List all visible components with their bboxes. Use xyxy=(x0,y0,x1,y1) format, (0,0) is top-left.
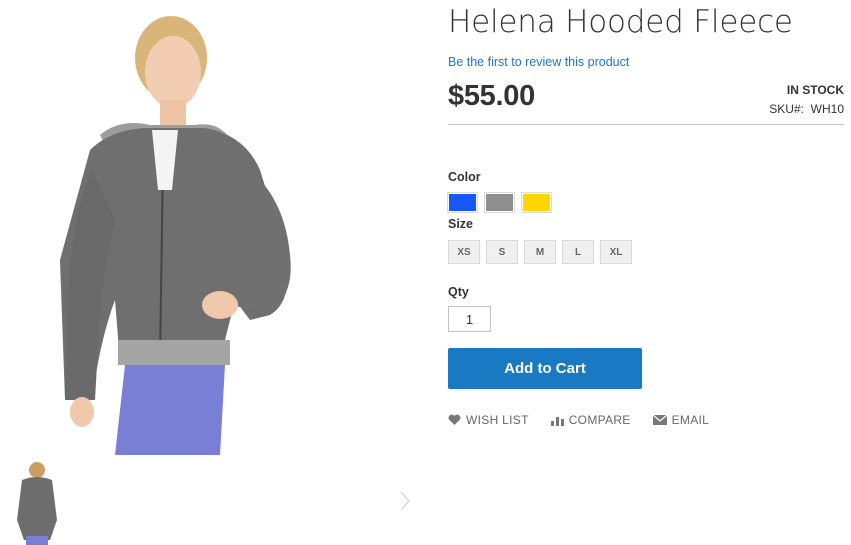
qty-input[interactable] xyxy=(448,306,491,332)
product-gallery xyxy=(0,0,420,545)
sku-value: WH10 xyxy=(810,102,844,116)
chevron-right-icon xyxy=(400,491,410,511)
color-swatch-yellow[interactable] xyxy=(521,192,552,213)
size-option-s[interactable]: S xyxy=(486,240,518,264)
product-title: Helena Hooded Fleece xyxy=(448,4,793,40)
compare-label: COMPARE xyxy=(568,413,631,427)
color-swatches xyxy=(447,192,552,213)
bar-chart-icon xyxy=(550,416,564,426)
main-product-image[interactable] xyxy=(20,0,350,455)
sku: SKU#: WH10 xyxy=(769,102,844,116)
sku-label: SKU#: xyxy=(769,102,804,116)
add-to-cart-button[interactable]: Add to Cart xyxy=(448,348,642,389)
color-swatch-gray[interactable] xyxy=(484,192,515,213)
product-actions: WISH LIST COMPARE EMAIL xyxy=(448,413,709,427)
size-label: Size xyxy=(448,217,474,231)
wishlist-label: WISH LIST xyxy=(466,413,529,427)
color-swatch-blue[interactable] xyxy=(447,192,478,213)
compare-link[interactable]: COMPARE xyxy=(550,413,631,427)
wishlist-link[interactable]: WISH LIST xyxy=(448,413,529,427)
divider xyxy=(448,124,844,125)
product-price: $55.00 xyxy=(448,80,535,112)
size-option-xs[interactable]: XS xyxy=(448,240,480,264)
gallery-next-arrow[interactable] xyxy=(396,486,414,516)
heart-icon xyxy=(448,414,461,425)
email-label: EMAIL xyxy=(671,413,710,427)
size-option-l[interactable]: L xyxy=(562,240,594,264)
email-link[interactable]: EMAIL xyxy=(652,413,710,427)
envelope-icon xyxy=(652,415,667,425)
review-link[interactable]: Be the first to review this product xyxy=(448,55,629,69)
size-option-m[interactable]: M xyxy=(524,240,556,264)
thumbnail-back-view[interactable] xyxy=(0,460,70,545)
size-option-xl[interactable]: XL xyxy=(600,240,632,264)
stock-status: IN STOCK xyxy=(786,83,844,97)
color-label: Color xyxy=(448,170,481,184)
size-options: XS S M L XL xyxy=(448,240,632,264)
qty-label: Qty xyxy=(448,285,469,299)
